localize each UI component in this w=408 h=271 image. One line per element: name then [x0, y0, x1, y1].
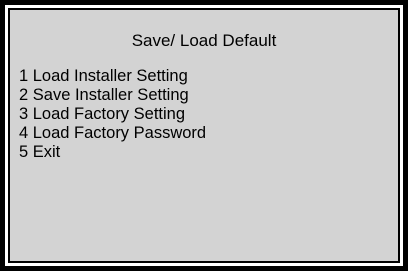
menu-list: 1 Load Installer Setting 2 Save Installe…: [19, 67, 206, 162]
menu-item-load-installer-setting[interactable]: 1 Load Installer Setting: [19, 67, 206, 86]
menu-item-exit[interactable]: 5 Exit: [19, 143, 206, 162]
screen-panel: Save/ Load Default 1 Load Installer Sett…: [5, 5, 403, 266]
lcd-screen-frame: Save/ Load Default 1 Load Installer Sett…: [0, 0, 408, 271]
menu-display: Save/ Load Default 1 Load Installer Sett…: [8, 8, 400, 263]
menu-item-load-factory-setting[interactable]: 3 Load Factory Setting: [19, 105, 206, 124]
menu-item-load-factory-password[interactable]: 4 Load Factory Password: [19, 124, 206, 143]
menu-item-save-installer-setting[interactable]: 2 Save Installer Setting: [19, 86, 206, 105]
screen-title: Save/ Load Default: [131, 31, 277, 50]
